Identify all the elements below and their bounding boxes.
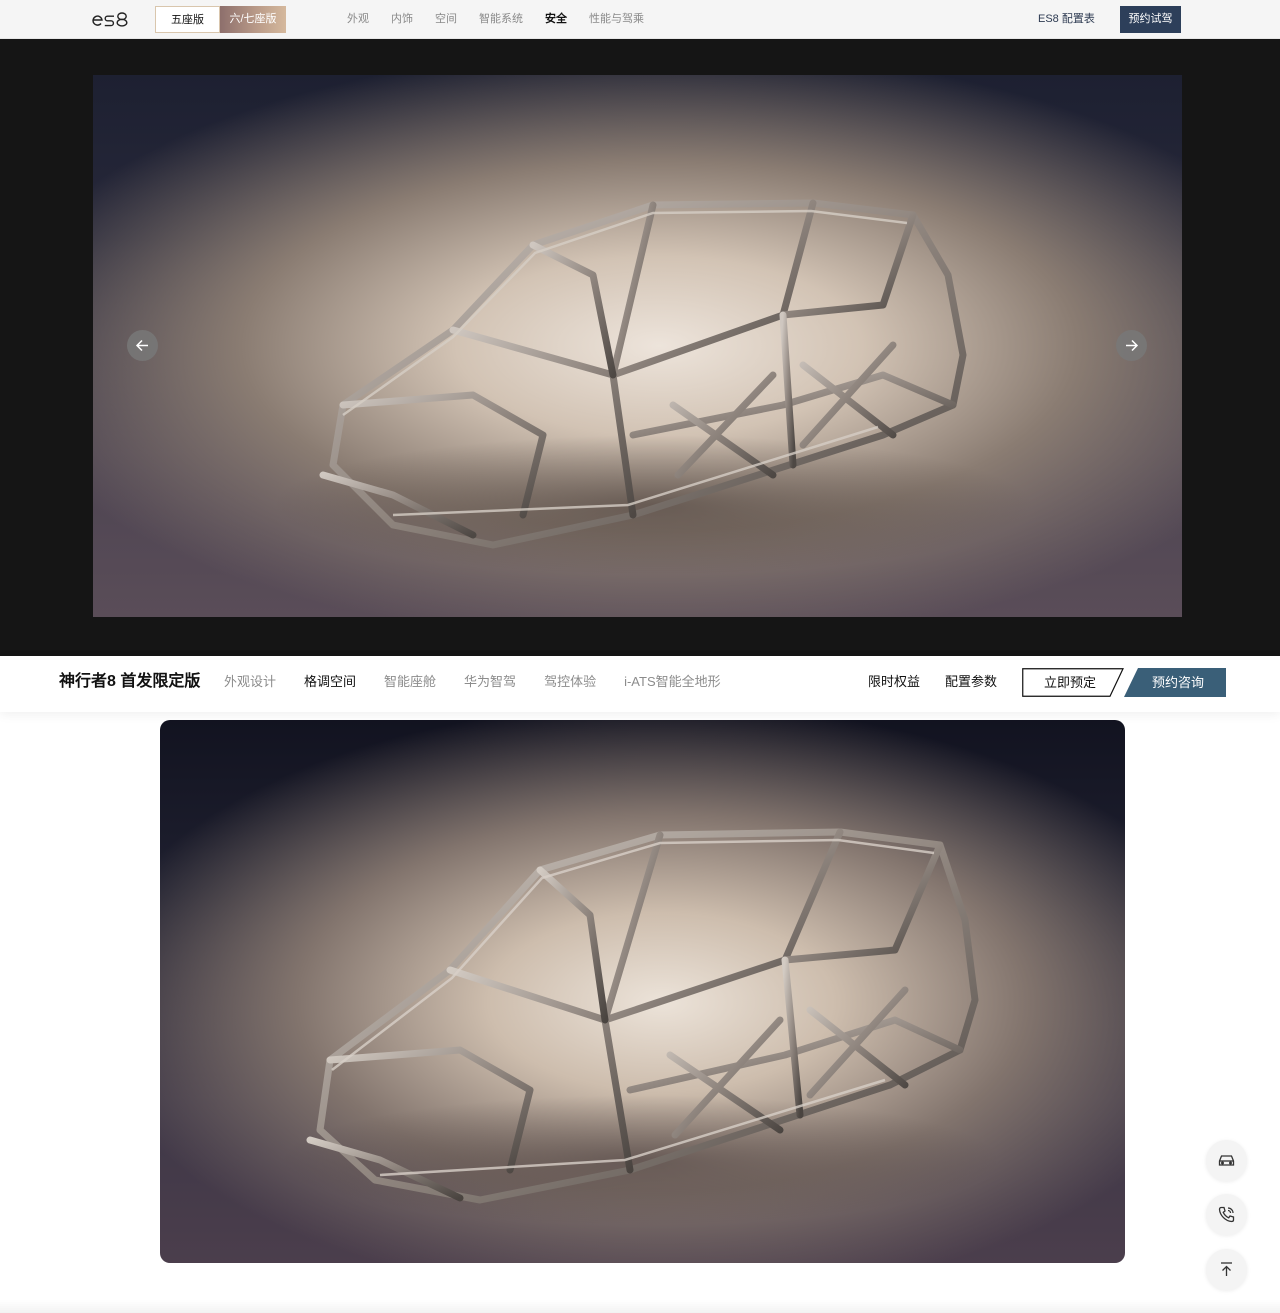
section-links: 外观 内饰 空间 智能系统 安全 性能与驾乘	[336, 0, 655, 39]
sub-link-driving[interactable]: 驾控体验	[544, 656, 596, 708]
nav-link-smart-system[interactable]: 智能系统	[479, 0, 523, 39]
safety-body-structure-image	[160, 720, 1125, 1263]
sub-link-terrain[interactable]: i-ATS智能全地形	[624, 656, 721, 708]
page-bottom-fade	[0, 1300, 1280, 1313]
car-frame-illustration	[273, 199, 1033, 575]
sub-link-space[interactable]: 格调空间	[304, 656, 356, 708]
model-sub-navigation: 神行者8 首发限定版 外观设计 格调空间 智能座舱 华为智驾 驾控体验 i-AT…	[0, 656, 1280, 712]
es8-logo[interactable]	[92, 9, 130, 29]
spec-sheet-link[interactable]: ES8 配置表	[1038, 0, 1095, 39]
sub-section-links: 外观设计 格调空间 智能座舱 华为智驾 驾控体验 i-ATS智能全地形	[210, 656, 735, 708]
order-button-label: 立即预定	[1043, 675, 1096, 690]
car-float-button[interactable]	[1206, 1140, 1247, 1181]
nav-link-interior[interactable]: 内饰	[391, 0, 413, 39]
model-title: 神行者8 首发限定版	[59, 673, 201, 690]
seat-version-toggle: 五座版 六/七座版	[155, 6, 286, 33]
back-to-top-button[interactable]	[1206, 1249, 1247, 1290]
phone-float-button[interactable]	[1206, 1194, 1247, 1235]
benefits-link[interactable]: 限时权益	[868, 656, 920, 708]
arrow-left-icon	[135, 339, 148, 352]
sub-link-smart-cabin[interactable]: 智能座舱	[384, 656, 436, 708]
back-to-top-icon	[1221, 1262, 1232, 1276]
sub-link-huawei-ads[interactable]: 华为智驾	[464, 656, 516, 708]
nav-link-space[interactable]: 空间	[435, 0, 457, 39]
five-seat-option[interactable]: 五座版	[155, 6, 220, 33]
consult-button[interactable]: 预约咨询	[1124, 668, 1226, 697]
hero-carousel	[0, 39, 1280, 656]
order-now-button[interactable]: 立即预定	[1022, 668, 1124, 697]
test-drive-button[interactable]: 预约试驾	[1120, 6, 1181, 33]
params-link[interactable]: 配置参数	[945, 656, 997, 708]
arrow-right-icon	[1126, 339, 1139, 352]
top-navigation-bar: 五座版 六/七座版 外观 内饰 空间 智能系统 安全 性能与驾乘 ES8 配置表…	[0, 0, 1280, 39]
phone-icon	[1218, 1206, 1235, 1223]
carousel-prev-button[interactable]	[127, 330, 158, 361]
carousel-next-button[interactable]	[1116, 330, 1147, 361]
six-seven-seat-option[interactable]: 六/七座版	[220, 6, 286, 33]
nav-link-safety[interactable]: 安全	[545, 0, 567, 39]
consult-button-label: 预约咨询	[1151, 675, 1204, 690]
car-icon	[1218, 1155, 1235, 1166]
nav-link-performance[interactable]: 性能与驾乘	[589, 0, 644, 39]
car-body-frame-image	[93, 75, 1182, 617]
nav-link-exterior[interactable]: 外观	[347, 0, 369, 39]
sub-link-exterior-design[interactable]: 外观设计	[224, 656, 276, 708]
car-frame-illustration-large	[280, 828, 1000, 1225]
